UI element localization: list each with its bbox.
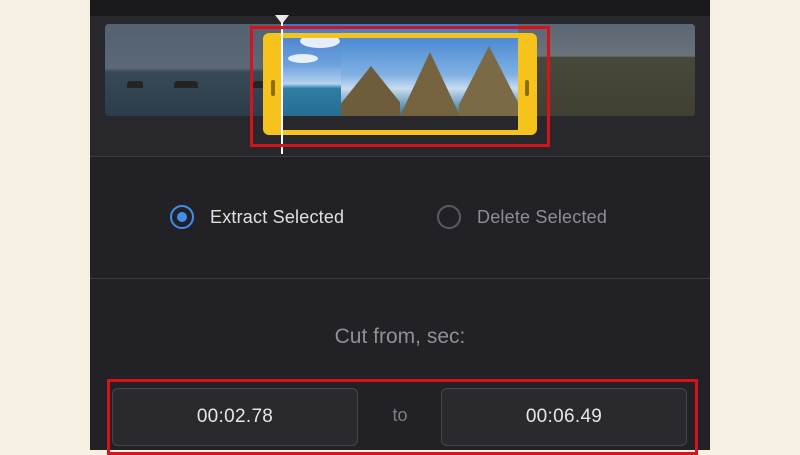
delete-radio-button[interactable] [437,205,461,229]
end-time-field[interactable]: 00:06.49 [441,388,687,446]
filmstrip-frame [577,24,636,116]
filmstrip-frame [164,24,223,116]
delete-selected-option[interactable]: Delete Selected [437,200,607,234]
divider [90,156,710,157]
extract-selected-option[interactable]: Extract Selected [170,200,344,234]
filmstrip-frame [105,24,164,116]
cut-from-label: Cut from, sec: [334,325,466,348]
delete-selected-label[interactable]: Delete Selected [477,207,607,228]
selection-highlight-box [250,26,550,147]
extract-radio-button[interactable] [170,205,194,229]
start-time-field[interactable]: 00:02.78 [112,388,358,446]
divider [90,278,710,279]
extract-selected-label[interactable]: Extract Selected [210,207,344,228]
filmstrip-frame [636,24,695,116]
to-label: to [392,405,408,425]
top-bar [90,0,710,16]
